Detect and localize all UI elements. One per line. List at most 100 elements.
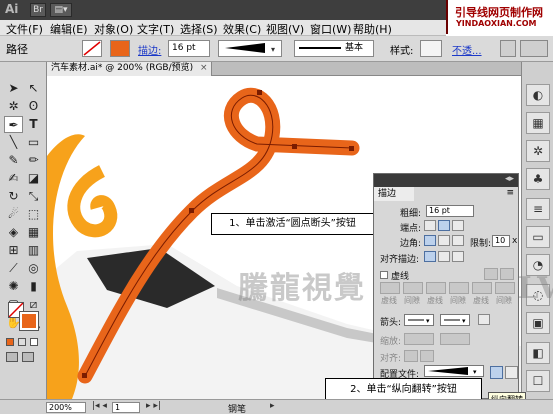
menu-file[interactable]: 文件(F): [6, 21, 43, 37]
menu-window[interactable]: 窗口(W): [310, 21, 351, 37]
projecting-cap-button[interactable]: [452, 220, 464, 231]
menu-help[interactable]: 帮助(H): [353, 21, 392, 37]
menu-object[interactable]: 对象(O): [94, 21, 133, 37]
anchor-point-top[interactable]: [257, 90, 262, 95]
mesh-tool-icon[interactable]: ⊞: [4, 242, 23, 259]
bridge-icon[interactable]: Br: [30, 3, 46, 17]
zoom-level-field[interactable]: 200%: [46, 402, 86, 413]
round-join-button[interactable]: [438, 235, 450, 246]
anchor-point-end[interactable]: [349, 146, 354, 151]
direct-selection-tool-icon[interactable]: ↖: [24, 80, 43, 97]
gradient-tool-icon[interactable]: ▥: [24, 242, 43, 259]
stroke-link[interactable]: 描边:: [138, 42, 161, 57]
flip-across-button[interactable]: [505, 366, 518, 379]
scale-tool-icon[interactable]: ⤡: [24, 188, 43, 205]
none-mode-icon[interactable]: [30, 338, 38, 346]
rectangle-tool-icon[interactable]: ▭: [24, 134, 43, 151]
selection-tool-icon[interactable]: ➤: [4, 80, 23, 97]
arrow-scale-label: 缩放:: [380, 337, 402, 347]
align-center-button[interactable]: [424, 251, 436, 262]
warp-tool-icon[interactable]: ☄: [4, 206, 23, 223]
start-arrowhead-select[interactable]: ▾: [404, 314, 434, 326]
pen-tool-icon[interactable]: ✒: [4, 116, 23, 133]
line-tool-icon[interactable]: ╲: [4, 134, 23, 151]
gradient-panel-icon[interactable]: ▭: [526, 226, 550, 248]
menu-select[interactable]: 选择(S): [180, 21, 218, 37]
site-watermark-logo: 引导线网页制作网 YINDAOXIAN.COM: [446, 0, 553, 34]
first-artboard-icon[interactable]: |◂ ◂: [92, 401, 107, 411]
paintbrush-tool-icon[interactable]: ✎: [4, 152, 23, 169]
perspective-grid-tool-icon[interactable]: ▦: [24, 224, 43, 241]
align-stroke-label: 对齐描边:: [380, 255, 420, 265]
arrange-documents-icon[interactable]: ▤▾: [50, 3, 72, 17]
opacity-link[interactable]: 不透...: [452, 42, 482, 57]
lasso-tool-icon[interactable]: ʘ: [24, 98, 43, 115]
swatches-panel-icon[interactable]: ▦: [526, 112, 550, 134]
end-arrowhead-select[interactable]: ▾: [440, 314, 470, 326]
artboards-panel-icon[interactable]: ☐: [526, 370, 550, 392]
bevel-join-button[interactable]: [452, 235, 464, 246]
eyedropper-tool-icon[interactable]: ⟋: [4, 260, 23, 277]
anchor-point-mid[interactable]: [189, 208, 194, 213]
graphic-style-picker[interactable]: [420, 40, 442, 57]
symbol-sprayer-tool-icon[interactable]: ✺: [4, 278, 23, 295]
round-cap-button[interactable]: [438, 220, 450, 231]
recolor-icon[interactable]: [500, 40, 516, 57]
free-transform-tool-icon[interactable]: ⬚: [24, 206, 43, 223]
align-inside-button[interactable]: [438, 251, 450, 262]
panel-menu-icon[interactable]: ≡: [506, 188, 514, 198]
align-outside-button[interactable]: [452, 251, 464, 262]
align-icon[interactable]: [520, 40, 548, 57]
blend-tool-icon[interactable]: ◎: [24, 260, 43, 277]
menu-effect[interactable]: 效果(C): [223, 21, 261, 37]
document-tab[interactable]: 汽车素材.ai* @ 200% (RGB/预览) ×: [47, 62, 212, 76]
brush-definition[interactable]: 基本: [294, 40, 374, 57]
gradient-mode-icon[interactable]: [18, 338, 26, 346]
close-tab-icon[interactable]: ×: [200, 62, 208, 75]
color-panel-icon[interactable]: ◐: [526, 84, 550, 106]
eraser-tool-icon[interactable]: ◪: [24, 170, 43, 187]
svg-text:▾: ▾: [271, 45, 275, 54]
brushes-panel-icon[interactable]: ✲: [526, 140, 550, 162]
anchor-point-start[interactable]: [82, 373, 87, 378]
stroke-swatch[interactable]: [110, 40, 130, 57]
stroke-panel-icon[interactable]: ≡: [526, 198, 550, 220]
stroke-weight-field[interactable]: 16 pt: [168, 40, 210, 57]
column-graph-tool-icon[interactable]: ▮: [24, 278, 43, 295]
stroke-panel-tab[interactable]: 描边: [374, 187, 414, 201]
anchor-point-loop[interactable]: [292, 144, 297, 149]
status-menu-icon[interactable]: ▸: [270, 401, 275, 411]
type-tool-icon[interactable]: T: [24, 116, 43, 133]
weight-field[interactable]: 16 pt: [426, 205, 474, 217]
color-mode-icon[interactable]: [6, 338, 14, 346]
flip-along-button[interactable]: [490, 366, 503, 379]
menu-type[interactable]: 文字(T): [137, 21, 174, 37]
artboard-number-field[interactable]: 1: [112, 402, 140, 413]
panel-header[interactable]: ◂▸: [374, 174, 518, 187]
stroke-color-box[interactable]: [19, 311, 39, 331]
layers-panel-icon[interactable]: ◧: [526, 342, 550, 364]
blob-brush-tool-icon[interactable]: ✍: [4, 170, 23, 187]
rotate-tool-icon[interactable]: ↻: [4, 188, 23, 205]
miter-join-button[interactable]: [424, 235, 436, 246]
draw-mode-icon[interactable]: [6, 352, 18, 362]
dashed-line-checkbox[interactable]: [380, 271, 388, 279]
width-profile-select[interactable]: ▾: [424, 365, 484, 377]
menu-edit[interactable]: 编辑(E): [50, 21, 88, 37]
variable-width-profile[interactable]: ▾: [218, 40, 282, 57]
swap-arrowheads-button[interactable]: [478, 314, 490, 325]
menu-view[interactable]: 视图(V): [266, 21, 304, 37]
slice-tool-icon[interactable]: ⧄: [24, 296, 43, 313]
butt-cap-button[interactable]: [424, 220, 436, 231]
next-artboard-icon[interactable]: ▸ ▸|: [146, 401, 161, 411]
magic-wand-tool-icon[interactable]: ✲: [4, 98, 23, 115]
miter-limit-field[interactable]: 10: [492, 235, 510, 247]
pencil-tool-icon[interactable]: ✏: [24, 152, 43, 169]
shape-builder-tool-icon[interactable]: ◈: [4, 224, 23, 241]
fill-swatch[interactable]: [82, 40, 102, 57]
symbols-panel-icon[interactable]: ♣: [526, 168, 550, 190]
panel-collapse-icon[interactable]: ◂▸: [505, 174, 514, 184]
screen-mode-icon[interactable]: [22, 352, 34, 362]
graphic-styles-panel-icon[interactable]: ▣: [526, 312, 550, 334]
weight-label: 粗细:: [400, 209, 422, 219]
